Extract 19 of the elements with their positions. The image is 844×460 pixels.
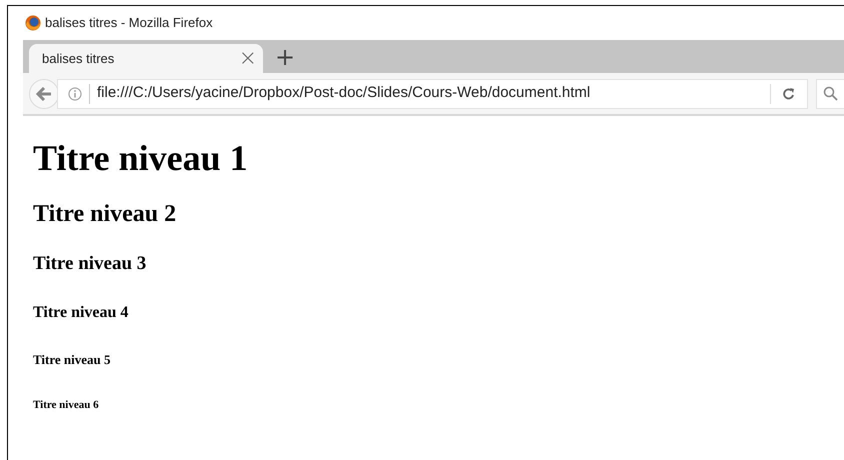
heading: Titre niveau 6 [33, 399, 100, 413]
heading: Titre niveau 5 [33, 352, 112, 368]
heading: Titre niveau 4 [33, 302, 130, 323]
heading: Titre niveau 2 [33, 200, 178, 229]
heading: Titre niveau 1 [33, 137, 249, 180]
search-icon [823, 86, 838, 101]
window-title: balises titres - Mozilla Firefox [45, 14, 213, 32]
search-field[interactable] [816, 78, 844, 108]
browser-logo-icon [25, 15, 41, 31]
address-field[interactable]: file:///C:/Users/yacine/Dropbox/Post-doc/Slides/Cours-Web/document.html [57, 78, 808, 108]
close-tab-button[interactable]: × [238, 48, 257, 70]
back-button[interactable] [29, 78, 59, 108]
browser-tab[interactable]: balises titres × [29, 44, 263, 73]
heading: Titre niveau 3 [33, 252, 148, 276]
tab-title: balises titres [42, 50, 114, 68]
info-icon[interactable] [68, 86, 82, 100]
url-text: file:///C:/Users/yacine/Dropbox/Post-doc/Slides/Cours-Web/document.html [97, 83, 592, 104]
new-tab-button[interactable]: + [275, 45, 296, 69]
back-arrow-icon [36, 86, 52, 100]
